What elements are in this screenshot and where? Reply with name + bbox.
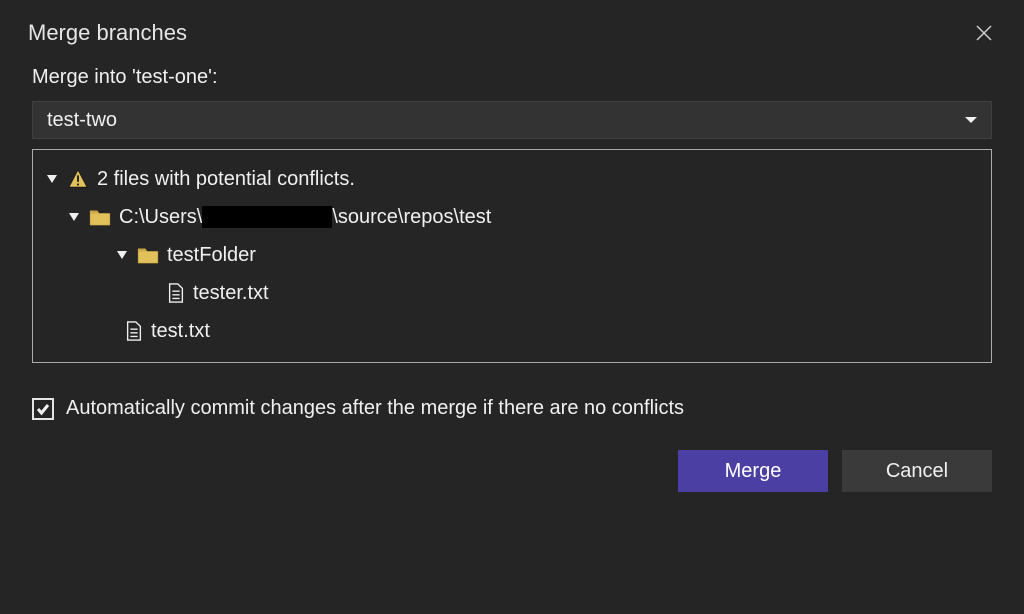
button-row: Merge Cancel — [32, 450, 992, 492]
file-icon — [125, 321, 143, 341]
repo-path-text: C:\Users\\source\repos\test — [119, 206, 491, 229]
folder-icon — [89, 208, 111, 226]
tree-file[interactable]: test.txt — [43, 312, 981, 350]
dialog-content: Merge into 'test-one': test-two 2 files … — [0, 66, 1024, 514]
tree-folder[interactable]: testFolder — [43, 236, 981, 274]
chevron-down-icon — [965, 117, 977, 123]
folder-label: testFolder — [167, 244, 256, 267]
file-icon — [167, 283, 185, 303]
conflict-tree: 2 files with potential conflicts. C:\Use… — [32, 149, 992, 363]
file-label: test.txt — [151, 320, 210, 343]
folder-icon — [137, 246, 159, 264]
close-button[interactable] — [972, 21, 996, 45]
expander-icon — [117, 251, 127, 259]
cancel-button[interactable]: Cancel — [842, 450, 992, 492]
auto-commit-label: Automatically commit changes after the m… — [66, 397, 684, 420]
merge-button[interactable]: Merge — [678, 450, 828, 492]
titlebar: Merge branches — [0, 0, 1024, 66]
merge-into-label: Merge into 'test-one': — [32, 66, 992, 89]
tree-repo-path[interactable]: C:\Users\\source\repos\test — [43, 198, 981, 236]
checkmark-icon — [36, 402, 50, 416]
tree-root-conflicts[interactable]: 2 files with potential conflicts. — [43, 160, 981, 198]
expander-icon — [47, 175, 57, 183]
conflict-summary: 2 files with potential conflicts. — [97, 168, 355, 191]
redacted-username — [202, 206, 332, 228]
file-label: tester.txt — [193, 282, 269, 305]
branch-dropdown[interactable]: test-two — [32, 101, 992, 139]
dialog-title: Merge branches — [28, 20, 187, 46]
auto-commit-option[interactable]: Automatically commit changes after the m… — [32, 397, 992, 420]
auto-commit-checkbox[interactable] — [32, 398, 54, 420]
tree-file[interactable]: tester.txt — [43, 274, 981, 312]
expander-icon — [69, 213, 79, 221]
branch-dropdown-value: test-two — [47, 109, 117, 132]
warning-icon — [67, 168, 89, 190]
close-icon — [975, 24, 993, 42]
